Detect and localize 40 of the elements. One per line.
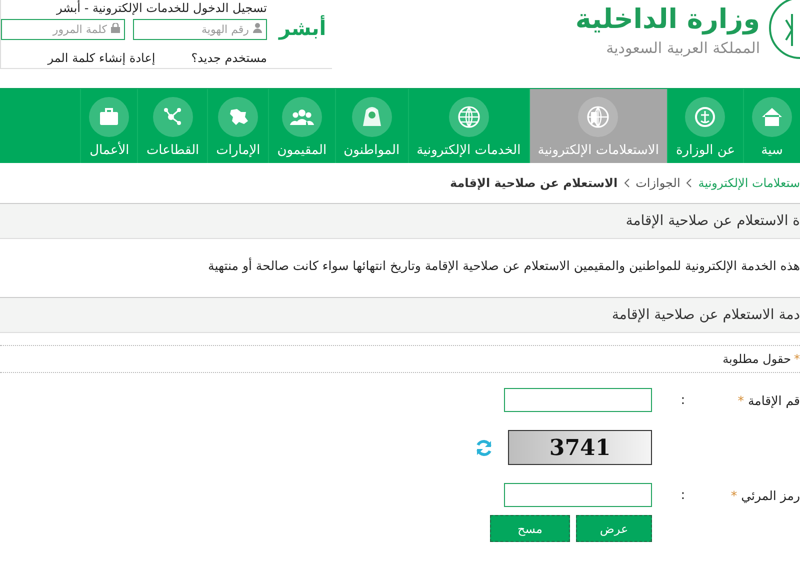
colon: : bbox=[680, 488, 686, 502]
colon: : bbox=[680, 392, 686, 408]
user-icon bbox=[253, 23, 262, 33]
page-title: ة الاستعلام عن صلاحية الإقامة bbox=[626, 213, 800, 229]
id-field[interactable]: رقم الهوية bbox=[133, 19, 267, 40]
nav-tab[interactable]: الإمارات bbox=[207, 89, 268, 163]
breadcrumb-link[interactable]: ستعلامات الإلكترونية bbox=[698, 176, 800, 190]
lock-icon bbox=[111, 23, 120, 33]
captcha-image: 3741 bbox=[508, 430, 652, 465]
nav-tab[interactable]: الخدمات الإلكترونية bbox=[408, 89, 529, 163]
clear-button[interactable]: مسح bbox=[490, 515, 570, 542]
required-mark: * bbox=[794, 352, 800, 366]
nav-tab[interactable]: الاستعلامات الإلكترونية bbox=[528, 89, 667, 163]
current-page: الاستعلام عن صلاحية الإقامة bbox=[450, 176, 618, 190]
input-field[interactable] bbox=[504, 483, 652, 507]
nav-tab[interactable]: المقيمون bbox=[268, 89, 335, 163]
ministry-name: وزارة الداخلية bbox=[575, 3, 760, 37]
breadcrumb-link[interactable]: الجوازات bbox=[636, 176, 680, 190]
required-mark: * bbox=[730, 488, 738, 502]
password-field[interactable]: كلمة المرور bbox=[1, 19, 125, 40]
chevron-icon bbox=[686, 178, 692, 188]
required-mark: * bbox=[738, 392, 744, 408]
nav-tab[interactable]: الأعمال bbox=[80, 89, 138, 163]
login-title: تسجيل الدخول للخدمات الإلكترونية - أبشر bbox=[55, 1, 267, 15]
nav-tab[interactable]: القطاعات bbox=[137, 89, 208, 163]
service-description: هذه الخدمة الإلكترونية للمواطنين والمقيمين الاستعلام عن صلاحية الإقامة وتاريخ انتهائها سواء كانت صالحة أو منتهية bbox=[208, 258, 800, 272]
field-label: قم الإقامة bbox=[748, 392, 800, 408]
required-fields-note: حقول مطلوبة bbox=[722, 352, 791, 366]
refresh-icon[interactable] bbox=[474, 438, 494, 458]
submit-button[interactable]: عرض bbox=[576, 515, 652, 542]
nav-tab[interactable]: سية bbox=[743, 89, 800, 163]
input-field[interactable] bbox=[504, 388, 652, 412]
nav-tab[interactable]: المواطنون bbox=[334, 89, 408, 163]
country-name: المملكة العربية السعودية bbox=[606, 38, 760, 59]
new-user-link[interactable]: مستخدم جديد؟ bbox=[191, 51, 267, 65]
chevron-icon bbox=[624, 178, 630, 188]
nav-tab[interactable]: عن الوزارة bbox=[666, 89, 743, 163]
reset-password-link[interactable]: إعادة إنشاء كلمة المر bbox=[48, 51, 156, 65]
form-title: دمة الاستعلام عن صلاحية الإقامة bbox=[612, 307, 800, 323]
field-label: رمز المرئي bbox=[741, 488, 800, 502]
